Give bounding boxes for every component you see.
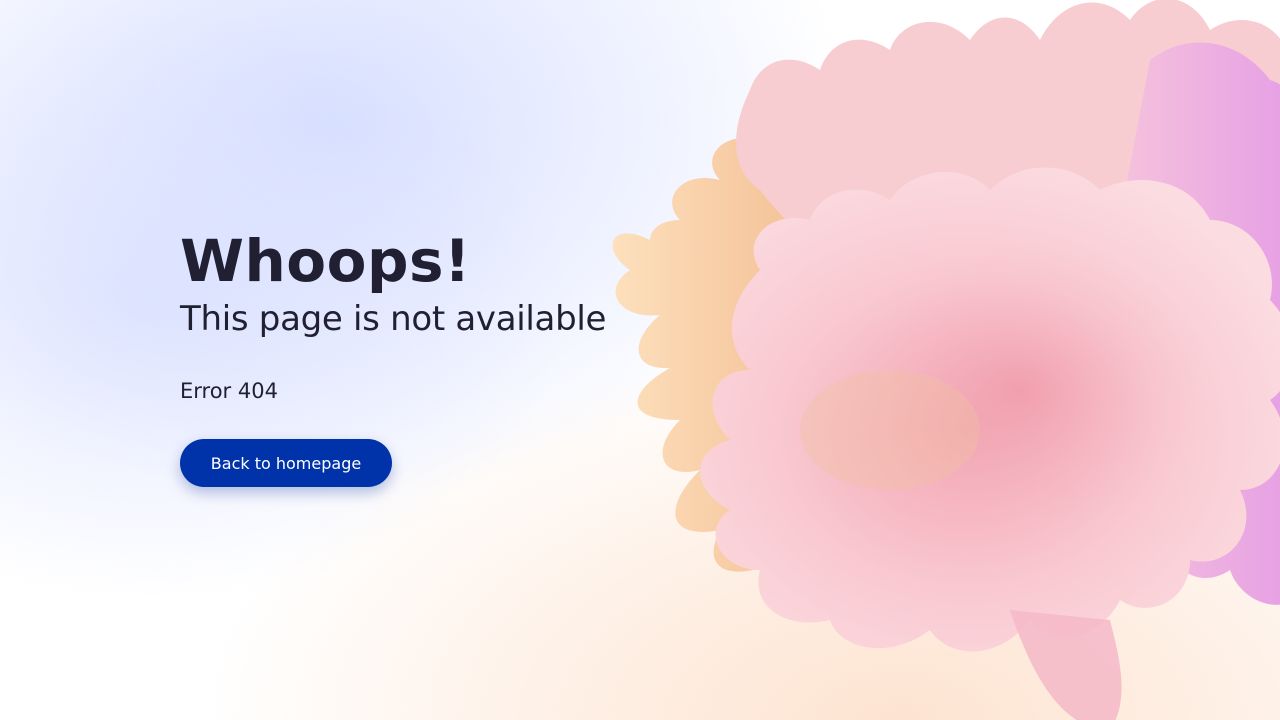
error-content: Whoops! This page is not available Error… [180,226,660,487]
back-to-homepage-button[interactable]: Back to homepage [180,439,392,487]
abstract-blob-illustration [612,0,1280,720]
page-title: Whoops! [180,227,471,295]
error-code: Error 404 [180,379,278,403]
page-subtitle: This page is not available [180,299,607,339]
back-to-homepage-label: Back to homepage [210,453,362,473]
